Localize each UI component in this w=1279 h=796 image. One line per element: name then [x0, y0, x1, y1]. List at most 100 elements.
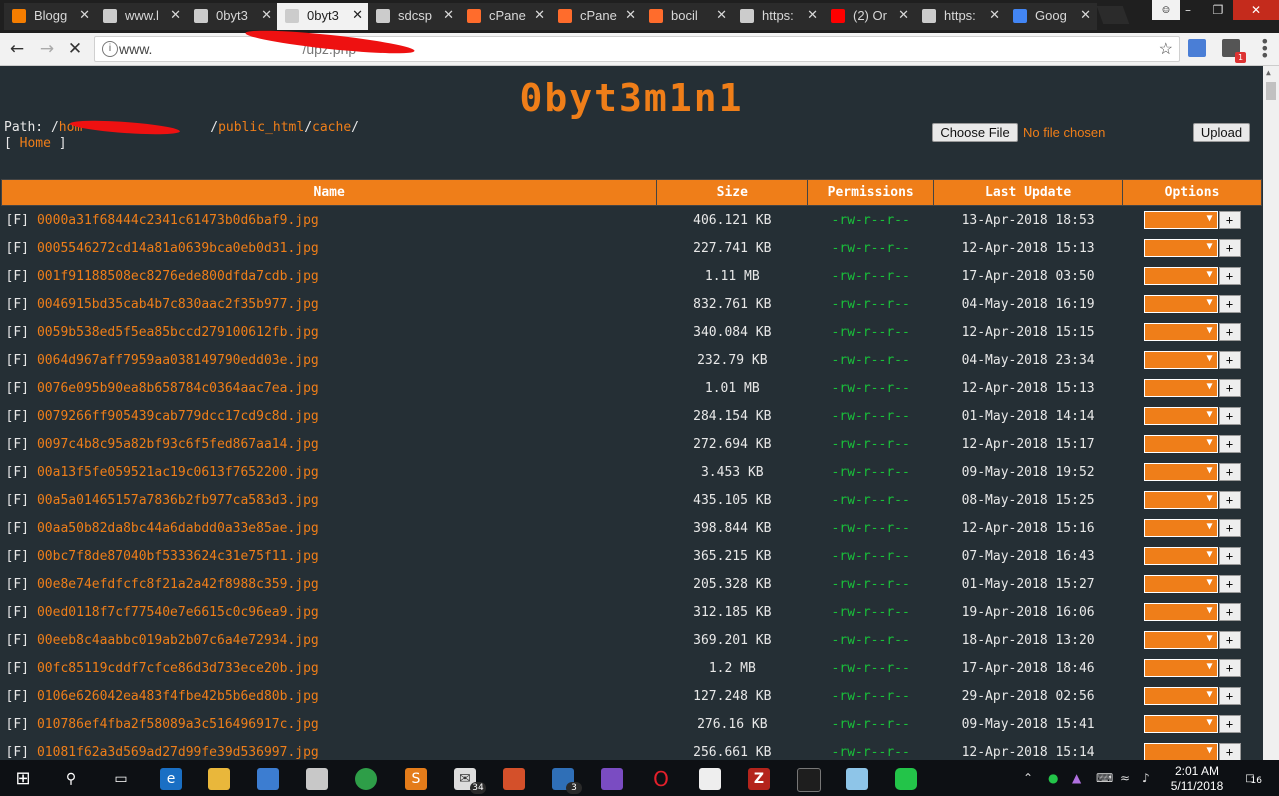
file-explorer-icon[interactable]: [208, 768, 230, 790]
file-permissions[interactable]: -rw-r--r--: [808, 402, 934, 430]
options-go-button[interactable]: +: [1218, 463, 1241, 481]
extension-icon[interactable]: 1: [1222, 39, 1246, 63]
file-link[interactable]: 0097c4b8c95a82bf93c6f5fed867aa14.jpg: [37, 437, 319, 452]
options-go-button[interactable]: +: [1218, 743, 1241, 760]
options-go-button[interactable]: +: [1218, 575, 1241, 593]
options-go-button[interactable]: +: [1218, 659, 1241, 677]
close-tab-icon[interactable]: ✕: [170, 7, 181, 23]
options-select[interactable]: ▼: [1143, 519, 1218, 537]
file-link[interactable]: 00a5a01465157a7836b2fb977ca583d3.jpg: [37, 493, 319, 508]
edge-icon[interactable]: e: [160, 768, 182, 790]
options-go-button[interactable]: +: [1218, 687, 1241, 705]
close-tab-icon[interactable]: ✕: [79, 7, 90, 23]
file-permissions[interactable]: -rw-r--r--: [808, 626, 934, 654]
tray-line-icon[interactable]: ●: [1048, 771, 1058, 785]
task-view-icon[interactable]: ▭: [110, 768, 132, 790]
upload-button[interactable]: Upload: [1193, 123, 1250, 142]
options-select[interactable]: ▼: [1143, 295, 1218, 313]
options-select[interactable]: ▼: [1143, 435, 1218, 453]
close-tab-icon[interactable]: ✕: [534, 7, 545, 23]
translate-extension-icon[interactable]: [1188, 39, 1206, 57]
options-go-button[interactable]: +: [1218, 491, 1241, 509]
file-permissions[interactable]: -rw-r--r--: [808, 598, 934, 626]
close-tab-icon[interactable]: ✕: [352, 7, 363, 23]
home-link[interactable]: Home: [20, 136, 51, 151]
file-permissions[interactable]: -rw-r--r--: [808, 430, 934, 458]
close-tab-icon[interactable]: ✕: [716, 7, 727, 23]
terminal-icon[interactable]: [797, 768, 821, 792]
options-select[interactable]: ▼: [1143, 463, 1218, 481]
file-link[interactable]: 0000a31f68444c2341c61473b0d6baf9.jpg: [37, 213, 319, 228]
search-icon[interactable]: ⚲: [60, 768, 82, 790]
filezilla-icon[interactable]: Z: [748, 768, 770, 790]
maximize-icon[interactable]: ❐: [1203, 0, 1233, 20]
paint-icon[interactable]: [306, 768, 328, 790]
scroll-up-icon[interactable]: ▲: [1266, 68, 1271, 77]
minimize-icon[interactable]: –: [1173, 0, 1203, 20]
file-permissions[interactable]: -rw-r--r--: [808, 682, 934, 710]
options-select[interactable]: ▼: [1143, 379, 1218, 397]
options-select[interactable]: ▼: [1143, 323, 1218, 341]
chrome-icon[interactable]: [355, 768, 377, 790]
tray-app-icon[interactable]: ▲: [1072, 771, 1081, 785]
store-icon[interactable]: [257, 768, 279, 790]
movie-maker-icon[interactable]: [699, 768, 721, 790]
file-link[interactable]: 0064d967aff7959aa038149790edd03e.jpg: [37, 353, 319, 368]
path-link-cache[interactable]: cache: [312, 120, 351, 135]
notepad-icon[interactable]: [846, 768, 868, 790]
options-go-button[interactable]: +: [1218, 603, 1241, 621]
browser-tab[interactable]: cPane ✕: [550, 3, 642, 30]
options-select[interactable]: ▼: [1143, 491, 1218, 509]
options-select[interactable]: ▼: [1143, 715, 1218, 733]
windows-start-icon[interactable]: ⊞: [12, 768, 34, 790]
options-go-button[interactable]: +: [1218, 631, 1241, 649]
file-permissions[interactable]: -rw-r--r--: [808, 374, 934, 402]
file-permissions[interactable]: -rw-r--r--: [808, 206, 934, 235]
options-go-button[interactable]: +: [1218, 379, 1241, 397]
scrollbar-thumb[interactable]: [1266, 82, 1276, 100]
browser-tab[interactable]: 0byt3 ✕: [277, 3, 369, 30]
close-tab-icon[interactable]: ✕: [989, 7, 1000, 23]
file-link[interactable]: 00a13f5fe059521ac19c0613f7652200.jpg: [37, 465, 319, 480]
new-tab-button[interactable]: [1096, 6, 1130, 24]
git-icon[interactable]: [503, 768, 525, 790]
file-permissions[interactable]: -rw-r--r--: [808, 570, 934, 598]
browser-tab[interactable]: bocil ✕: [641, 3, 733, 30]
options-select[interactable]: ▼: [1143, 547, 1218, 565]
close-tab-icon[interactable]: ✕: [1080, 7, 1091, 23]
tray-expand-icon[interactable]: ⌃: [1023, 771, 1033, 785]
file-link[interactable]: 0046915bd35cab4b7c830aac2f35b977.jpg: [37, 297, 319, 312]
options-select[interactable]: ▼: [1143, 631, 1218, 649]
options-go-button[interactable]: +: [1218, 547, 1241, 565]
close-tab-icon[interactable]: ✕: [898, 7, 909, 23]
file-permissions[interactable]: -rw-r--r--: [808, 458, 934, 486]
options-go-button[interactable]: +: [1218, 239, 1241, 257]
file-permissions[interactable]: -rw-r--r--: [808, 234, 934, 262]
file-link[interactable]: 00ed0118f7cf77540e7e6615c0c96ea9.jpg: [37, 605, 319, 620]
options-go-button[interactable]: +: [1218, 519, 1241, 537]
file-link[interactable]: 0079266ff905439cab779dcc17cd9c8d.jpg: [37, 409, 319, 424]
taskbar-clock[interactable]: 2:01 AM 5/11/2018: [1165, 764, 1229, 794]
tray-keyboard-icon[interactable]: ⌨: [1096, 771, 1113, 785]
file-link[interactable]: 00e8e74efdfcfc8f21a2a42f8988c359.jpg: [37, 577, 319, 592]
file-permissions[interactable]: -rw-r--r--: [808, 738, 934, 760]
options-select[interactable]: ▼: [1143, 687, 1218, 705]
options-go-button[interactable]: +: [1218, 715, 1241, 733]
close-tab-icon[interactable]: ✕: [443, 7, 454, 23]
browser-tab[interactable]: 0byt3 ✕: [186, 3, 278, 30]
options-select[interactable]: ▼: [1143, 267, 1218, 285]
file-permissions[interactable]: -rw-r--r--: [808, 542, 934, 570]
file-link[interactable]: 00eeb8c4aabbc019ab2b07c6a4e72934.jpg: [37, 633, 319, 648]
options-go-button[interactable]: +: [1218, 267, 1241, 285]
file-permissions[interactable]: -rw-r--r--: [808, 346, 934, 374]
browser-tab[interactable]: https: ✕: [732, 3, 824, 30]
file-link[interactable]: 0076e095b90ea8b658784c0364aac7ea.jpg: [37, 381, 319, 396]
site-info-icon[interactable]: i: [102, 41, 118, 57]
options-select[interactable]: ▼: [1143, 659, 1218, 677]
file-link[interactable]: 0005546272cd14a81a0639bca0eb0d31.jpg: [37, 241, 319, 256]
browser-menu-icon[interactable]: • • •: [1260, 34, 1270, 64]
address-bar[interactable]: i www./upz.php ☆: [94, 26, 1180, 62]
path-link-public-html[interactable]: public_html: [218, 120, 304, 135]
options-go-button[interactable]: +: [1218, 351, 1241, 369]
browser-tab[interactable]: Blogg ✕: [4, 3, 96, 30]
